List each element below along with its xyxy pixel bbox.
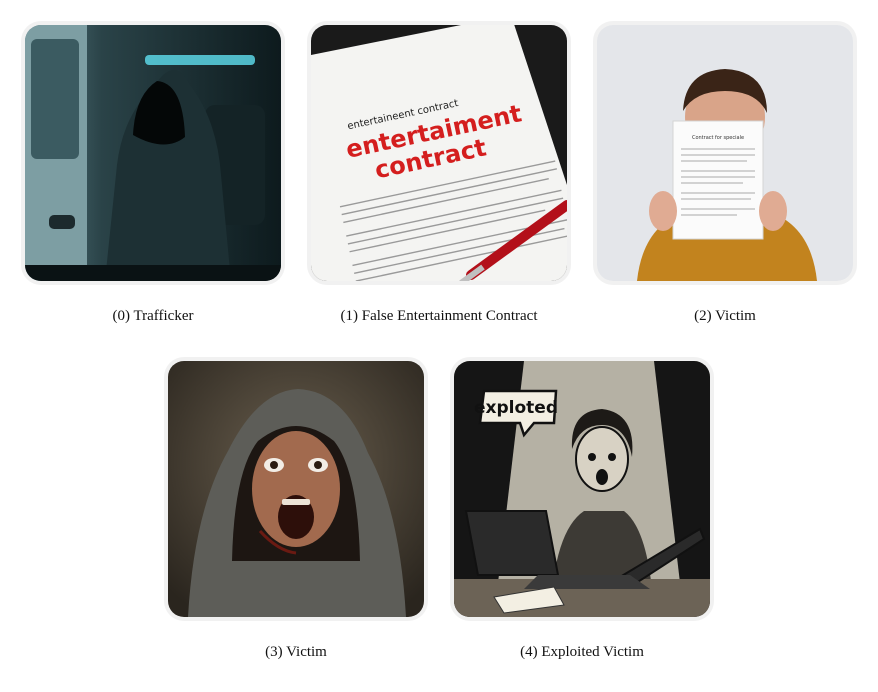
caption-victim-1: (2) Victim (694, 308, 756, 324)
woman-at-laptop-icon: exploted (454, 361, 710, 617)
caption-exploited-victim: (4) Exploited Victim (520, 644, 644, 660)
hooded-figure-icon (25, 25, 281, 281)
panel-trafficker-image (25, 25, 281, 281)
speech-sign-text: exploted (474, 398, 558, 418)
caption-trafficker: (0) Trafficker (112, 308, 194, 324)
panel-victim-paper-image: Contract for speciale (597, 25, 853, 281)
screaming-hooded-woman-icon (168, 361, 424, 617)
panel-screaming-victim-image (168, 361, 424, 617)
paper-title: Contract for speciale (692, 135, 744, 141)
person-holding-paper-icon: Contract for speciale (597, 25, 853, 281)
contract-document-icon: entertaineent contract entertaiment cont… (311, 25, 567, 281)
panel-exploited-victim-image: exploted (454, 361, 710, 617)
panel-contract-image: entertaineent contract entertaiment cont… (311, 25, 567, 281)
caption-contract: (1) False Entertainment Contract (340, 308, 538, 324)
caption-victim-2: (3) Victim (265, 644, 327, 660)
